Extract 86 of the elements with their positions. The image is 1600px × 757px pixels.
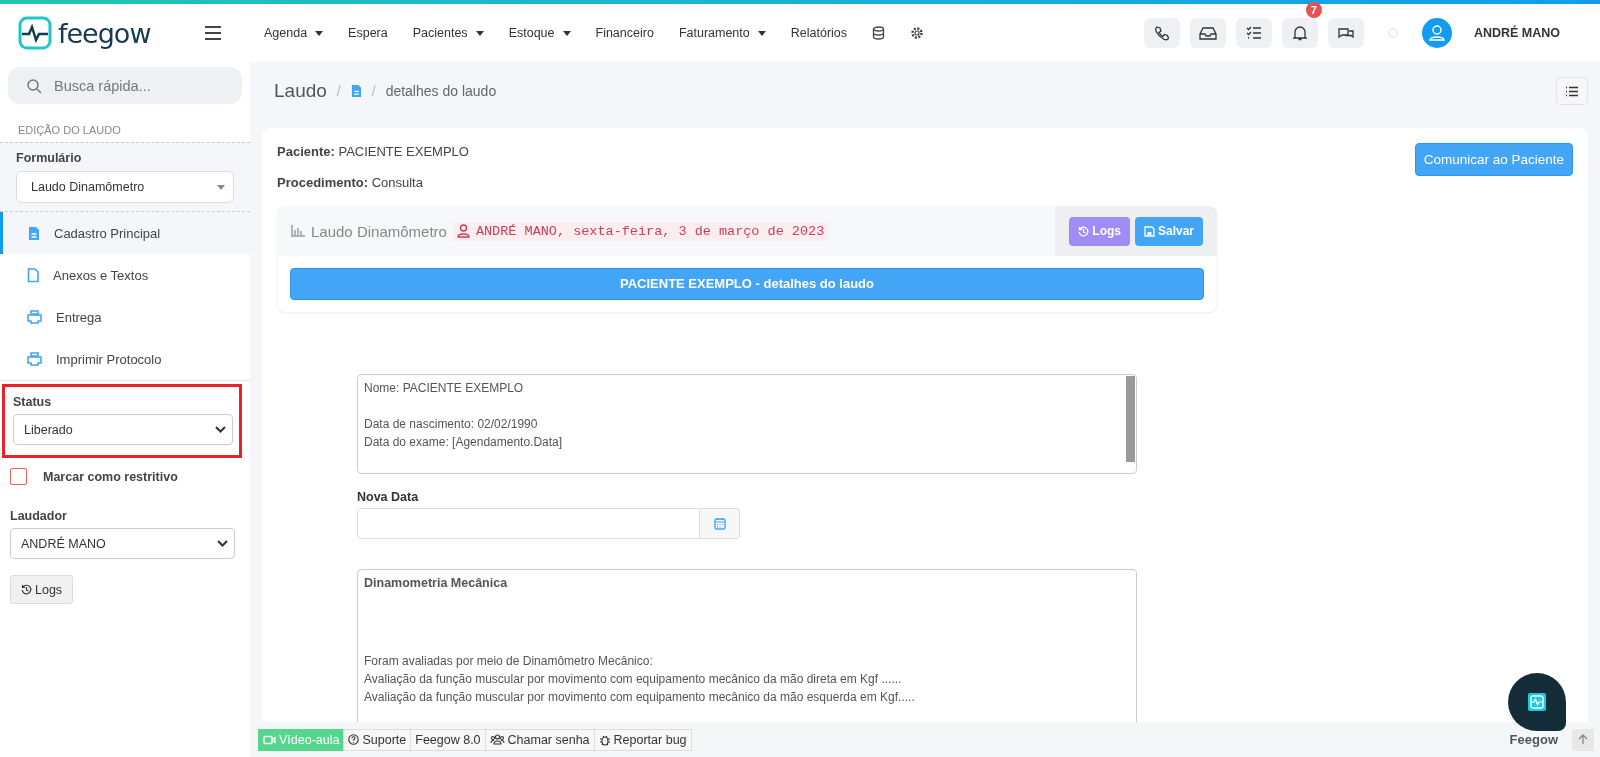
toolbar-button[interactable]: [1235, 18, 1272, 48]
nav-link[interactable]: Pacientes: [412, 26, 484, 40]
chevron-icon: [217, 540, 228, 547]
printer-icon: [27, 352, 42, 366]
inbox-icon: [1198, 26, 1217, 40]
file-icon: [27, 267, 39, 283]
form-select[interactable]: Laudo Dinamômetro: [16, 171, 234, 203]
list-icon: [1565, 85, 1579, 97]
nav-link[interactable]: Espera: [348, 26, 388, 40]
procedure-text: Procedimento: Consulta: [277, 175, 424, 190]
author-text: ANDRÉ MANO, sexta-feira, 3 de março de 2023: [475, 223, 825, 239]
sidebar-item[interactable]: Entrega: [0, 296, 250, 338]
video-icon: [263, 734, 276, 745]
footer-link[interactable]: Chamar senha: [484, 728, 595, 751]
nav-link[interactable]: Faturamento: [678, 26, 766, 40]
toolbar-button[interactable]: [1143, 18, 1180, 48]
title-banner: PACIENTE EXEMPLO - detalhes do laudo: [290, 268, 1204, 300]
search-field[interactable]: Busca rápida...: [8, 67, 242, 104]
logo-text: feegow: [58, 17, 151, 49]
history-icon: [21, 584, 32, 595]
breadcrumb-separator: /: [371, 83, 376, 99]
breadcrumb-separator: /: [336, 83, 341, 99]
checkbox[interactable]: [10, 468, 27, 485]
nav-link[interactable]: Financeiro: [595, 26, 654, 40]
list-button[interactable]: [1556, 77, 1588, 105]
calendar-icon: [713, 517, 726, 530]
scrollbar[interactable]: [1126, 376, 1135, 462]
text-line: Avaliação da função muscular por movimento com equipamento mecânico da mão esquerda em Kgf.....: [364, 689, 916, 706]
toolbar-button[interactable]: [1189, 18, 1226, 48]
logs-button[interactable]: Logs: [10, 575, 74, 604]
chevron-icon: [215, 426, 226, 433]
panel-title: Laudo Dinamômetro: [311, 222, 447, 240]
text-line: Avaliação da função muscular por movimento com equipamento mecânico da mão direta em Kgf ......: [364, 671, 903, 688]
help-icon: [348, 734, 360, 745]
field-label: Formulário: [16, 151, 83, 165]
status-select[interactable]: Liberado: [13, 414, 233, 445]
date-field[interactable]: [357, 508, 700, 539]
phone-icon: [1153, 25, 1170, 41]
breadcrumb-title: Laudo: [274, 80, 327, 102]
text-line: Data do exame: [Agendamento.Data]: [364, 434, 564, 451]
checkbox-label: Marcar como restritivo: [43, 469, 178, 484]
printer-icon: [27, 310, 42, 324]
arrow-up-icon: [1578, 734, 1588, 745]
avatar-icon[interactable]: [1421, 18, 1452, 48]
user-name[interactable]: ANDRÉ MANO: [1473, 26, 1560, 40]
search-icon: [26, 78, 42, 94]
patient-text: Paciente: PACIENTE EXEMPLO: [277, 144, 469, 159]
bar-chart-icon: [291, 225, 305, 237]
history-icon: [1078, 225, 1090, 237]
text-line: Foram avaliadas por meio de Dinamômetro Mecânico:: [364, 653, 654, 670]
bell-icon: [1292, 25, 1307, 41]
pulse-icon: [1527, 692, 1547, 712]
toolbar-button[interactable]: [1281, 18, 1318, 48]
menu-icon[interactable]: [204, 26, 222, 40]
text-area[interactable]: Nome: PACIENTE EXEMPLO Data de nascimento: 02/02/1990 Data do exame: [Agendamento.Data]: [357, 374, 1137, 474]
nav-link[interactable]: Agenda: [264, 26, 324, 40]
nav-link[interactable]: Relatórios: [790, 26, 848, 40]
field-label: Nova Data: [357, 490, 420, 504]
footer-link[interactable]: Feegow 8.0: [410, 728, 486, 751]
settings-icon[interactable]: [910, 26, 925, 40]
footer-brand: Feegow: [1509, 732, 1558, 747]
user-icon: [456, 224, 470, 238]
notification-badge: 7: [1305, 2, 1322, 18]
logo-icon: [18, 16, 52, 50]
field-label: Laudador: [10, 509, 68, 523]
breadcrumb-item: detalhes do laudo: [385, 83, 497, 99]
chat-icon: [1336, 26, 1355, 40]
users-icon: [489, 734, 505, 745]
text-line: Data de nascimento: 02/02/1990: [364, 416, 539, 433]
field-label: Status: [13, 395, 53, 409]
checklist-icon: [1245, 26, 1262, 40]
footer-link[interactable]: Suporte: [343, 728, 412, 751]
laudador-select[interactable]: ANDRÉ MANO: [10, 528, 235, 559]
toolbar-button[interactable]: [1327, 18, 1364, 48]
sidebar-item[interactable]: Anexos e Textos: [0, 254, 250, 296]
database-icon[interactable]: [872, 26, 886, 40]
nav-link[interactable]: Estoque: [508, 26, 571, 40]
save-icon: [1143, 225, 1155, 237]
text-line: Nome: PACIENTE EXEMPLO: [364, 380, 525, 397]
footer-link[interactable]: Reportar bug: [593, 728, 692, 751]
section-heading: EDIÇÃO DO LAUDO: [17, 123, 122, 138]
sidebar-item[interactable]: Imprimir Protocolo: [0, 338, 250, 380]
bug-icon: [598, 733, 611, 746]
document-icon: [28, 225, 40, 241]
sidebar-item[interactable]: Cadastro Principal: [0, 212, 250, 254]
text-heading: Dinamometria Mecânica: [364, 576, 509, 590]
